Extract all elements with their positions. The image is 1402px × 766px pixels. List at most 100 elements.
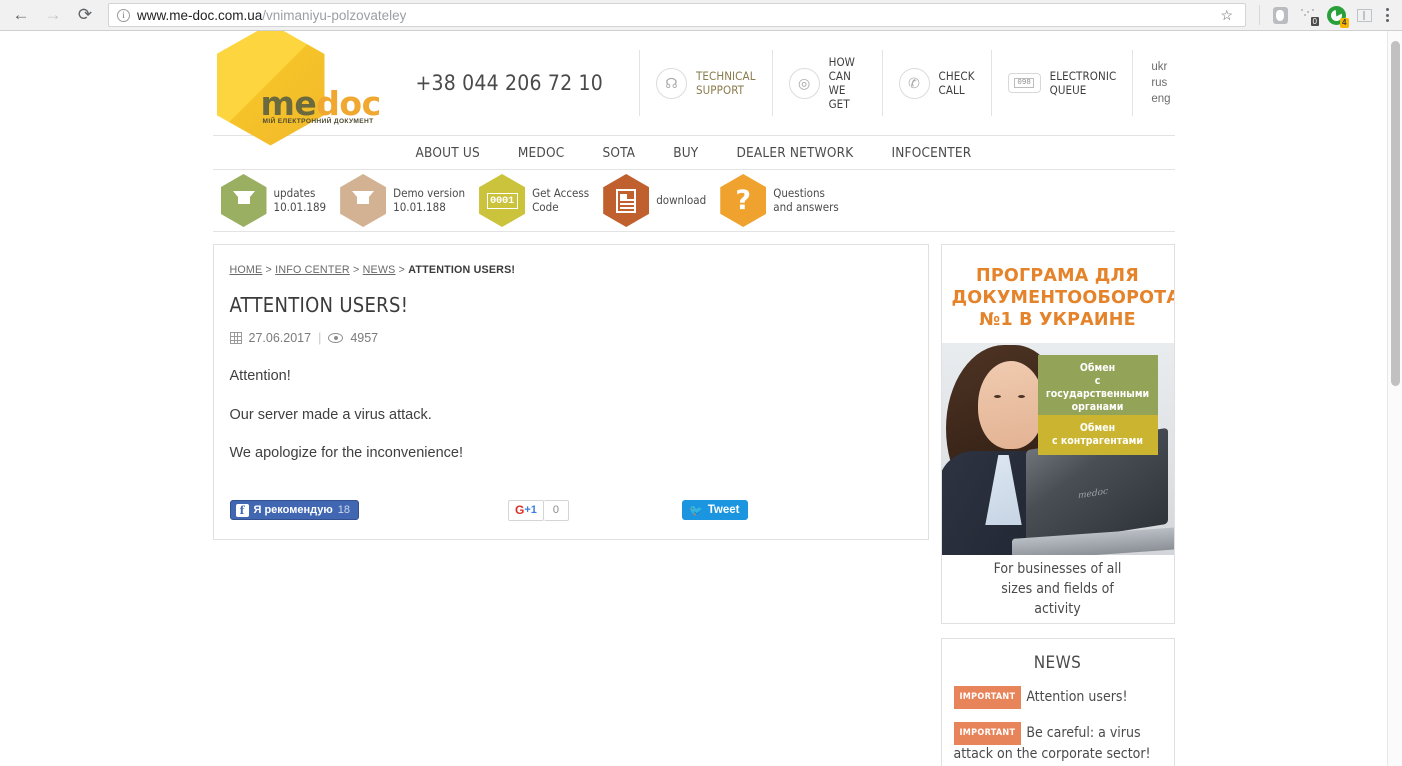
header-phone[interactable]: +38 044 206 72 10 bbox=[378, 71, 639, 95]
breadcrumb-separator: > bbox=[398, 264, 406, 276]
nav-item-infocenter[interactable]: INFOCENTER bbox=[872, 145, 990, 161]
main-navigation: ABOUT US MEDOC SOTA BUY DEALER NETWORK I… bbox=[212, 136, 1175, 170]
page-scrollbar[interactable] bbox=[1387, 31, 1402, 766]
access-code-text: 0001 bbox=[486, 192, 518, 209]
nav-item-sota[interactable]: SOTA bbox=[583, 145, 654, 161]
google-plus-one-widget: G +1 0 bbox=[508, 499, 570, 521]
back-button[interactable]: ← bbox=[8, 2, 34, 28]
badge-counterparty-exchange: Обмен с контрагентами bbox=[1037, 415, 1158, 455]
quick-link-demo-version[interactable]: Demo version 10.01.188 bbox=[340, 174, 465, 227]
url-domain: www.me-doc.com.ua bbox=[137, 7, 263, 23]
service-how-can-we-get[interactable]: ◎ HOW CAN WE GET bbox=[771, 50, 882, 116]
facebook-recommend-button[interactable]: f Я рекомендую 18 bbox=[229, 500, 360, 521]
article-paragraph: We apologize for the inconvenience! bbox=[229, 445, 464, 462]
article-meta: 27.06.2017 | 4957 bbox=[229, 331, 910, 345]
service-electronic-queue[interactable]: 098 ELECTRONIC QUEUE bbox=[990, 50, 1133, 116]
breadcrumb-current: ATTENTION USERS! bbox=[408, 264, 516, 276]
news-item[interactable]: IMPORTANT Be careful: a virus attack on t… bbox=[953, 722, 1162, 764]
site-header: medoc МІЙ ЕЛЕКТРОННИЙ ДОКУМЕНТ +38 044 2… bbox=[212, 31, 1175, 146]
promo-heading: ПРОГРАМА ДЛЯ ДОКУМЕНТООБОРОТА №1 В УКРАИ… bbox=[951, 266, 1175, 330]
quick-link-label: Questions and answers bbox=[773, 186, 839, 214]
twitter-tweet-button[interactable]: 🐦 Tweet bbox=[682, 500, 749, 521]
nav-item-about-us[interactable]: ABOUT US bbox=[397, 145, 499, 161]
quick-link-download[interactable]: download bbox=[603, 174, 706, 227]
breadcrumb-separator: > bbox=[352, 264, 360, 276]
google-g-icon: G bbox=[515, 503, 525, 518]
quick-link-updates[interactable]: updates 10.01.189 bbox=[220, 174, 327, 227]
address-bar[interactable]: i www.me-doc.com.ua/vnimaniyu-polzovatel… bbox=[108, 3, 1246, 27]
quick-link-get-access-code[interactable]: 0001 Get Access Code bbox=[479, 174, 589, 227]
lang-rus[interactable]: rus bbox=[1151, 76, 1170, 91]
promo-carousel: ПРОГРАМА ДЛЯ ДОКУМЕНТООБОРОТА №1 В УКРАИ… bbox=[940, 244, 1175, 624]
service-technical-support[interactable]: ☊ TECHNICAL SUPPORT bbox=[638, 50, 772, 116]
map-pin-icon: ◎ bbox=[788, 67, 820, 99]
quick-links-row: updates 10.01.189 Demo version 10.01.188… bbox=[212, 170, 1175, 232]
scrollbar-thumb[interactable] bbox=[1391, 41, 1400, 386]
lang-eng[interactable]: eng bbox=[1151, 92, 1170, 107]
breadcrumb-news[interactable]: NEWS bbox=[363, 264, 396, 276]
promo-caption-bar: For businesses of all sizes and fields o… bbox=[941, 555, 1174, 623]
quick-link-label: Get Access Code bbox=[532, 186, 590, 214]
social-share-bar: f Я рекомендую 18 G +1 0 🐦 Tweet bbox=[229, 499, 910, 521]
extension-green-circle-icon[interactable]: 4 bbox=[1325, 4, 1349, 28]
queue-number-icon: 098 bbox=[1007, 73, 1041, 93]
news-title: NEWS bbox=[1033, 653, 1082, 673]
url-text: www.me-doc.com.ua/vnimaniyu-polzovateley bbox=[137, 8, 406, 23]
google-plus-one-button[interactable]: G +1 bbox=[508, 499, 544, 521]
badge-state-exchange: Обмен с государственными органами bbox=[1037, 355, 1158, 421]
reload-button[interactable]: ⟳ bbox=[72, 2, 98, 28]
extension-shield-icon[interactable] bbox=[1269, 4, 1291, 26]
news-item-text[interactable]: Attention users! bbox=[1026, 689, 1127, 705]
adblock-count-badge: 0 bbox=[1310, 17, 1319, 26]
meta-separator: | bbox=[318, 331, 322, 345]
facebook-icon: f bbox=[235, 503, 249, 517]
question-mark-icon: ? bbox=[720, 174, 767, 227]
nav-item-medoc[interactable]: MEDOC bbox=[499, 145, 584, 161]
forward-button[interactable]: → bbox=[40, 2, 66, 28]
quick-link-label: updates 10.01.189 bbox=[273, 186, 327, 214]
calendar-icon bbox=[229, 332, 242, 344]
news-widget: NEWS IMPORTANT Attention users! IMPORTANT… bbox=[940, 638, 1175, 766]
browser-menu-button[interactable] bbox=[1381, 8, 1394, 22]
download-arrow-icon bbox=[340, 174, 387, 227]
article-card: HOME > INFO CENTER > NEWS > ATTENTION US… bbox=[212, 244, 929, 540]
page-title: ATTENTION USERS! bbox=[229, 293, 409, 317]
service-label: CHECK CALL bbox=[938, 69, 975, 97]
google-plus-one-count: 0 bbox=[543, 499, 570, 521]
breadcrumb-home[interactable]: HOME bbox=[230, 264, 263, 276]
toolbar-divider bbox=[1259, 5, 1260, 25]
nav-item-dealer-network[interactable]: DEALER NETWORK bbox=[717, 145, 872, 161]
service-check-call[interactable]: ✆ CHECK CALL bbox=[881, 50, 991, 116]
breadcrumb-info-center[interactable]: INFO CENTER bbox=[275, 264, 350, 276]
facebook-label: Я рекомендую bbox=[253, 504, 333, 517]
article-paragraph: Our server made a virus attack. bbox=[229, 406, 432, 423]
sidebar: ПРОГРАМА ДЛЯ ДОКУМЕНТООБОРОТА №1 В УКРАИ… bbox=[940, 244, 1175, 766]
site-info-icon[interactable]: i bbox=[117, 8, 130, 22]
twitter-bird-icon: 🐦 bbox=[689, 504, 703, 517]
article-date: 27.06.2017 bbox=[248, 331, 312, 345]
article-body: Attention! Our server made a virus attac… bbox=[230, 367, 910, 464]
service-label: ELECTRONIC QUEUE bbox=[1049, 69, 1117, 97]
nav-item-buy[interactable]: BUY bbox=[654, 145, 717, 161]
bookmark-star-icon[interactable]: ☆ bbox=[1220, 7, 1237, 24]
queue-number-text: 098 bbox=[1014, 78, 1034, 88]
headset-icon: ☊ bbox=[655, 67, 687, 99]
news-tag-important: IMPORTANT bbox=[953, 686, 1022, 709]
promo-caption: For businesses of all sizes and fields o… bbox=[993, 561, 1122, 617]
page-viewport: medoc МІЙ ЕЛЕКТРОННИЙ ДОКУМЕНТ +38 044 2… bbox=[0, 31, 1402, 766]
phone-call-icon: ✆ bbox=[898, 67, 930, 99]
download-arrow-icon bbox=[220, 174, 267, 227]
news-item[interactable]: IMPORTANT Attention users! bbox=[953, 686, 1162, 709]
site-logo[interactable]: medoc МІЙ ЕЛЕКТРОННИЙ ДОКУМЕНТ bbox=[213, 31, 381, 146]
service-label: TECHNICAL SUPPORT bbox=[695, 69, 756, 97]
news-tag-important: IMPORTANT bbox=[953, 722, 1022, 745]
quick-link-questions-and-answers[interactable]: ? Questions and answers bbox=[720, 174, 839, 227]
content-area: HOME > INFO CENTER > NEWS > ATTENTION US… bbox=[212, 232, 1175, 766]
lang-ukr[interactable]: ukr bbox=[1151, 60, 1170, 75]
breadcrumb: HOME > INFO CENTER > NEWS > ATTENTION US… bbox=[230, 264, 910, 276]
access-code-icon: 0001 bbox=[479, 174, 526, 227]
browser-toolbar: ← → ⟳ i www.me-doc.com.ua/vnimaniyu-polz… bbox=[0, 0, 1402, 31]
extension-adblock-icon[interactable]: 0 bbox=[1297, 4, 1319, 26]
language-switcher[interactable]: ukr rus eng bbox=[1132, 50, 1174, 116]
extension-grammar-icon[interactable] bbox=[1353, 4, 1375, 26]
